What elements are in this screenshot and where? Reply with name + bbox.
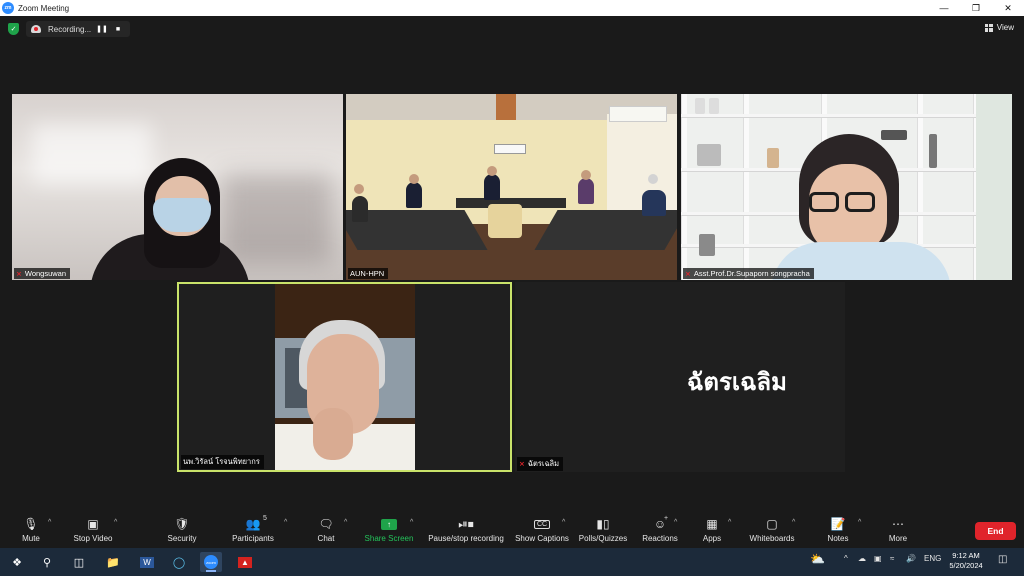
language-indicator[interactable]: ENG bbox=[924, 554, 941, 563]
pause-stop-icon: ⏯⏹ bbox=[458, 516, 474, 531]
apps-icon: ▦ bbox=[706, 517, 718, 531]
minimize-button[interactable]: — bbox=[928, 0, 960, 16]
security-button[interactable]: 🛡 Security bbox=[164, 515, 200, 547]
video-tile-supaporn[interactable]: ⨯ Asst.Prof.Dr.Supaporn songpracha bbox=[681, 94, 1012, 280]
participant-name-tag: ⨯ ฉัตรเฉลิม bbox=[517, 457, 564, 471]
share-screen-button[interactable]: ↑ Share Screen bbox=[363, 515, 415, 547]
clock-date: 5/20/2024 bbox=[949, 561, 983, 570]
meeting-top-bar: ✓ Recording... ❚❚ ■ View bbox=[0, 16, 1024, 42]
participant-name: นพ.วิรัลน์ โรจนพิทยากร bbox=[183, 457, 260, 466]
wifi-icon[interactable]: ≈ bbox=[890, 554, 894, 563]
notes-chevron-icon[interactable]: ^ bbox=[858, 519, 861, 526]
polls-quizzes-button[interactable]: ▮▯ Polls/Quizzes bbox=[578, 515, 628, 547]
window-title: Zoom Meeting bbox=[18, 3, 70, 13]
participants-count: 5 bbox=[263, 515, 267, 522]
chat-chevron-icon[interactable]: ^ bbox=[344, 519, 347, 526]
whiteboards-button[interactable]: ▢ Whiteboards bbox=[746, 515, 798, 547]
reactions-plus-badge: + bbox=[664, 515, 669, 522]
clock-time: 9:12 AM bbox=[952, 551, 980, 560]
video-tile-active-speaker[interactable]: นพ.วิรัลน์ โรจนพิทยากร bbox=[177, 282, 512, 472]
captions-chevron-icon[interactable]: ^ bbox=[562, 519, 565, 526]
end-meeting-button[interactable]: End bbox=[975, 522, 1016, 540]
apps-chevron-icon[interactable]: ^ bbox=[728, 519, 731, 526]
recording-indicator: Recording... ❚❚ ■ bbox=[26, 21, 130, 37]
video-camera-icon: ▣ bbox=[87, 517, 99, 531]
more-dots-icon: ⋯ bbox=[892, 517, 904, 531]
shield-icon: 🛡 bbox=[174, 517, 190, 531]
share-chevron-icon[interactable]: ^ bbox=[410, 519, 413, 526]
chat-bubble-icon: 🗨 bbox=[318, 517, 334, 531]
file-explorer-icon[interactable]: 📁 bbox=[102, 552, 124, 572]
view-label: View bbox=[996, 23, 1014, 32]
encryption-shield-icon[interactable]: ✓ bbox=[8, 23, 19, 35]
window-title-bar: zm Zoom Meeting — ❐ ✕ bbox=[0, 0, 1024, 16]
pause-stop-recording-button[interactable]: ⏯⏹ Pause/stop recording bbox=[426, 515, 506, 547]
bar-chart-icon: ▮▯ bbox=[596, 517, 610, 531]
notes-button[interactable]: 📝 Notes bbox=[824, 515, 852, 547]
stop-recording-icon[interactable]: ■ bbox=[112, 26, 124, 33]
windows-start-icon[interactable]: ❖ bbox=[6, 552, 28, 572]
whiteboard-icon: ▢ bbox=[766, 517, 778, 531]
participant-name-tag: ⨯ Wongsuwan bbox=[14, 268, 71, 279]
show-hidden-icons-chevron-icon[interactable]: ^ bbox=[844, 554, 848, 563]
search-icon[interactable]: ⚲ bbox=[36, 552, 58, 572]
share-arrow-icon: ↑ bbox=[381, 518, 397, 530]
wall-sign bbox=[494, 144, 526, 154]
taskbar-clock[interactable]: 9:12 AM 5/20/2024 bbox=[946, 551, 986, 571]
face-mask bbox=[153, 198, 211, 232]
mute-button[interactable]: 🎙 Mute bbox=[18, 515, 44, 547]
webex-icon[interactable]: ◯ bbox=[168, 552, 190, 572]
video-tile-wongsuwan[interactable]: ⨯ Wongsuwan bbox=[12, 94, 343, 280]
video-tile-aun-hpn[interactable]: AUN-HPN bbox=[346, 94, 677, 280]
video-options-chevron-icon[interactable]: ^ bbox=[114, 519, 117, 526]
participants-button[interactable]: 👥 Participants bbox=[228, 515, 278, 547]
reactions-chevron-icon[interactable]: ^ bbox=[674, 519, 677, 526]
recording-label: Recording... bbox=[48, 24, 92, 34]
zoom-taskbar-icon[interactable]: zoom bbox=[200, 552, 222, 572]
more-button[interactable]: ⋯ More bbox=[884, 515, 912, 547]
flower-arrangement bbox=[488, 204, 522, 238]
participants-icon: 👥 bbox=[245, 517, 261, 531]
zoom-logo-icon: zm bbox=[2, 2, 14, 14]
tray-onedrive-icon[interactable]: ☁ bbox=[858, 554, 866, 563]
maximize-button[interactable]: ❐ bbox=[960, 0, 992, 16]
mic-muted-icon: ⨯ bbox=[16, 270, 22, 278]
volume-icon[interactable]: 🔊 bbox=[906, 554, 916, 563]
pause-recording-icon[interactable]: ❚❚ bbox=[96, 25, 108, 33]
audio-options-chevron-icon[interactable]: ^ bbox=[48, 519, 51, 526]
weather-icon[interactable]: ⛅ bbox=[810, 552, 825, 566]
cloud-recording-icon bbox=[31, 25, 41, 33]
meeting-controls-toolbar: 🎙 Mute ^ ▣ Stop Video ^ 🛡 Security 👥 Par… bbox=[0, 510, 1024, 548]
whiteboards-chevron-icon[interactable]: ^ bbox=[792, 519, 795, 526]
mic-muted-icon: ⨯ bbox=[519, 461, 525, 468]
grid-view-icon bbox=[984, 23, 993, 32]
close-button[interactable]: ✕ bbox=[992, 0, 1024, 16]
tray-app-icon[interactable]: ▣ bbox=[874, 554, 882, 563]
video-tile-name-only[interactable]: ฉัตรเฉลิม ⨯ ฉัตรเฉลิม bbox=[515, 282, 845, 472]
view-button[interactable]: View bbox=[984, 23, 1014, 32]
windows-taskbar: ❖ ⚲ ◫ 📁 W ◯ zoom ▲ ⛅ ^ ☁ ▣ ≈ 🔊 ENG ◫ bbox=[0, 548, 1024, 576]
chat-button[interactable]: 🗨 Chat bbox=[314, 515, 338, 547]
participants-chevron-icon[interactable]: ^ bbox=[284, 519, 287, 526]
participant-name: Wongsuwan bbox=[24, 269, 67, 278]
cc-icon: CC bbox=[533, 515, 551, 533]
notes-icon: 📝 bbox=[830, 517, 846, 531]
microphone-icon: 🎙 bbox=[23, 517, 39, 531]
mic-muted-icon: ⨯ bbox=[685, 270, 691, 278]
pdf-reader-icon[interactable]: ▲ bbox=[234, 552, 256, 572]
participant-name: AUN-HPN bbox=[350, 269, 385, 278]
participant-name: ฉัตรเฉลิม bbox=[527, 459, 560, 468]
participant-name-tag: AUN-HPN bbox=[348, 268, 389, 279]
word-icon[interactable]: W bbox=[136, 552, 158, 572]
participant-name-tag: ⨯ Asst.Prof.Dr.Supaporn songpracha bbox=[683, 268, 814, 279]
stop-video-button[interactable]: ▣ Stop Video bbox=[70, 515, 116, 547]
notification-icon[interactable]: ◫ bbox=[998, 554, 1007, 565]
participant-name-tag: นพ.วิรัลน์ โรจนพิทยากร bbox=[181, 455, 264, 469]
apps-button[interactable]: ▦ Apps bbox=[700, 515, 724, 547]
task-view-icon[interactable]: ◫ bbox=[68, 552, 90, 572]
zoom-meeting-window: zm Zoom Meeting — ❐ ✕ ✓ Recording... ❚❚ … bbox=[0, 0, 1024, 576]
air-conditioner bbox=[609, 106, 667, 122]
participant-display-name: ฉัตรเฉลิม bbox=[687, 369, 787, 396]
participant-name: Asst.Prof.Dr.Supaporn songpracha bbox=[693, 269, 810, 278]
